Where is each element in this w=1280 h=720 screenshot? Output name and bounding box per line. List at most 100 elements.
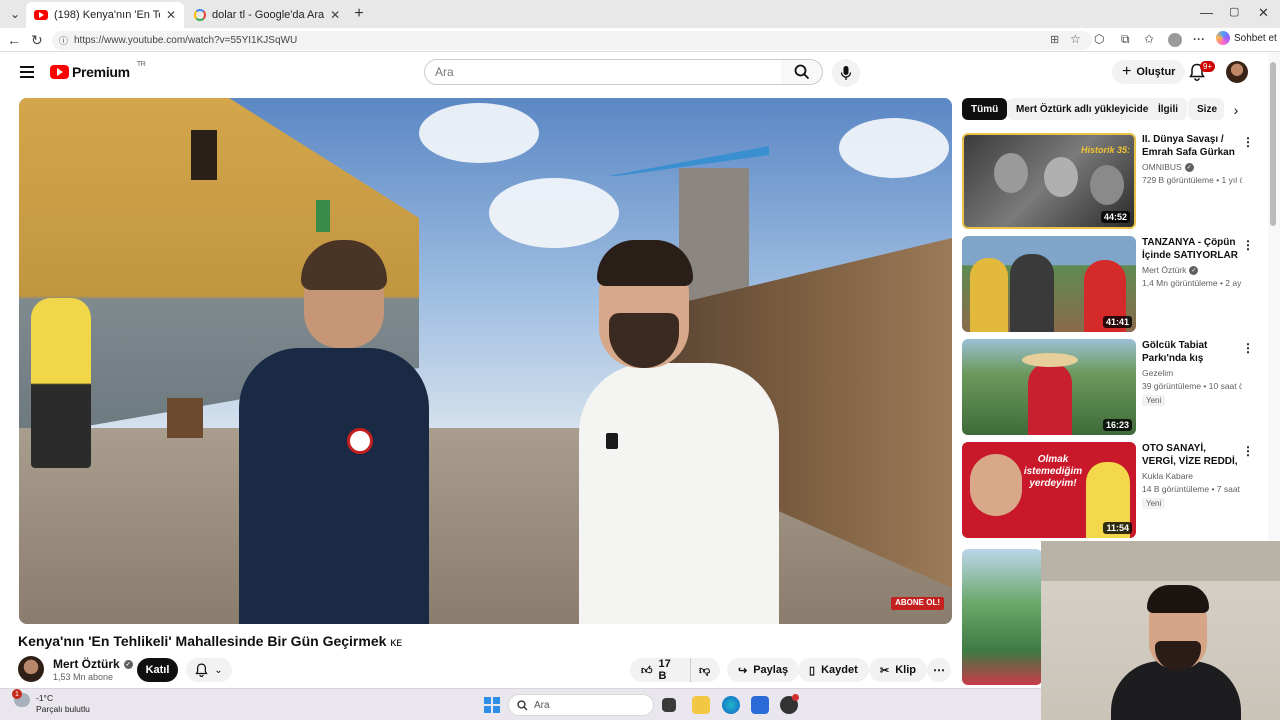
tab-google[interactable]: dolar tl - Google'da Ara ✕ xyxy=(186,2,346,28)
recommendation-thumbnail[interactable]: Olmak istemediğim yerdeyim! 11:54 xyxy=(962,442,1136,538)
create-button[interactable]: + Oluştur xyxy=(1112,60,1186,84)
plus-icon: + xyxy=(1122,63,1132,80)
menu-icon[interactable] xyxy=(20,66,34,78)
google-favicon-icon xyxy=(194,9,206,21)
site-info-icon[interactable]: ⓘ xyxy=(59,34,68,47)
clip-button[interactable]: ✂ Klip xyxy=(869,658,927,682)
video-player[interactable]: ABONE OL! xyxy=(19,98,952,624)
kebab-menu-icon[interactable]: ⋮ xyxy=(1242,135,1254,149)
recommendation-title[interactable]: TANZANYA - Çöpün İçinde SATIYORLAR ... xyxy=(1142,236,1238,262)
subscribe-watermark[interactable]: ABONE OL! xyxy=(891,597,944,610)
file-explorer-icon[interactable] xyxy=(692,696,710,714)
copilot-icon xyxy=(1216,31,1230,45)
subscription-bell-button[interactable]: ⌄ xyxy=(186,658,232,682)
window-close-icon[interactable]: ✕ xyxy=(1258,5,1269,21)
close-tab-icon[interactable]: ✕ xyxy=(330,8,340,22)
channel-name-text: Mert Öztürk xyxy=(53,657,120,671)
store-icon[interactable] xyxy=(751,696,769,714)
more-actions-button[interactable]: ⋯ xyxy=(927,658,951,682)
windows-start-icon[interactable] xyxy=(484,697,500,713)
tab-list-button[interactable]: ⌄ xyxy=(4,4,26,24)
recommendation-title[interactable]: Gölcük Tabiat Parkı'nda kış güzelliği xyxy=(1142,339,1238,365)
thumbnail-figure xyxy=(970,454,1022,516)
recommendation-thumbnail[interactable] xyxy=(962,549,1042,685)
extensions-icon[interactable]: ⬡ xyxy=(1094,32,1104,46)
recommendation-channel[interactable]: OMNIBUS ✓ xyxy=(1142,162,1194,172)
channel-avatar[interactable] xyxy=(18,656,44,682)
profile-icon[interactable] xyxy=(1168,33,1182,47)
dislike-button[interactable]: 👎︎ xyxy=(690,658,720,682)
recommendation-title[interactable]: II. Dünya Savaşı / Emrah Safa Gürkan -..… xyxy=(1142,133,1238,159)
account-avatar[interactable] xyxy=(1226,61,1248,83)
chip-for-you[interactable]: Size xyxy=(1188,98,1224,120)
chip-all[interactable]: Tümü xyxy=(962,98,1008,120)
back-icon[interactable]: ← xyxy=(7,32,21,48)
bookmark-icon: ▯ xyxy=(809,664,816,677)
channel-name[interactable]: Mert Öztürk ✓ xyxy=(53,657,133,671)
new-badge: Yeni xyxy=(1142,395,1166,406)
search-icon xyxy=(794,64,809,80)
new-tab-button[interactable]: + xyxy=(348,4,370,24)
favorites-icon[interactable]: ✩ xyxy=(1144,32,1154,46)
thumbnail-figure xyxy=(1010,254,1054,332)
more-menu-icon[interactable]: ··· xyxy=(1193,32,1205,46)
close-tab-icon[interactable]: ✕ xyxy=(166,8,176,22)
recommendation-thumbnail[interactable]: 41:41 xyxy=(962,236,1136,332)
copilot-button[interactable]: Sohbet et xyxy=(1216,31,1277,45)
url-field[interactable]: ⓘ https://www.youtube.com/watch?v=55YI1K… xyxy=(52,31,1092,50)
recommendation-thumbnail[interactable]: 16:23 xyxy=(962,339,1136,435)
verified-icon: ✓ xyxy=(1184,162,1194,172)
channel-label: Kukla Kabare xyxy=(1142,471,1194,481)
edge-browser-icon[interactable] xyxy=(722,696,740,714)
chip-from-uploader[interactable]: Mert Öztürk adlı yükleyiciden xyxy=(1007,98,1164,120)
like-button[interactable]: 👍︎ 17 B xyxy=(630,658,690,682)
recommendation-thumbnail[interactable]: Historik 35: 44:52 xyxy=(962,133,1136,229)
kebab-menu-icon[interactable]: ⋮ xyxy=(1242,444,1254,458)
save-button[interactable]: ▯ Kaydet xyxy=(798,658,869,682)
share-button[interactable]: ↪ Paylaş xyxy=(727,658,800,682)
new-badge: Yeni xyxy=(1142,498,1166,509)
youtube-logo[interactable]: Premium TR xyxy=(50,60,146,80)
video-frame-microphone xyxy=(606,433,618,449)
thumbnail-label: Olmak istemediğim yerdeyim! xyxy=(1023,454,1083,489)
thumbnail-figure xyxy=(994,153,1028,193)
recommendation-channel[interactable]: Kukla Kabare xyxy=(1142,471,1193,481)
tab-youtube[interactable]: (198) Kenya'nın 'En Tehlikeli' Mahallesi… xyxy=(26,2,184,28)
favorite-star-icon[interactable]: ☆ xyxy=(1070,32,1081,46)
weather-description: Parçalı bulutlu xyxy=(36,704,90,714)
microphone-icon xyxy=(840,66,852,80)
recommendation-item[interactable]: 41:41 TANZANYA - Çöpün İçinde SATIYORLAR… xyxy=(962,236,1262,332)
recommendation-meta: 39 görüntüleme • 10 saat önce xyxy=(1142,381,1242,391)
recommendation-channel[interactable]: Mert Öztürk ✓ xyxy=(1142,265,1199,275)
chip-related[interactable]: İlgili xyxy=(1149,98,1187,120)
address-bar-row: ← ↻ ⓘ https://www.youtube.com/watch?v=55… xyxy=(0,28,1280,52)
reload-icon[interactable]: ↻ xyxy=(31,32,43,49)
split-screen-icon[interactable]: ⧉ xyxy=(1121,32,1130,47)
taskbar-search-input[interactable]: Ara xyxy=(508,694,654,716)
scrollbar-thumb[interactable] xyxy=(1270,62,1276,226)
recommendation-item[interactable]: Olmak istemediğim yerdeyim! 11:54 OTO SA… xyxy=(962,442,1262,538)
cloud-icon: 1 xyxy=(12,689,30,707)
minimize-icon[interactable]: — xyxy=(1200,5,1213,20)
video-title: Kenya'nın 'En Tehlikeli' Mahallesinde Bi… xyxy=(18,633,402,649)
search-input[interactable]: Ara xyxy=(424,59,782,85)
video-frame-cloud xyxy=(489,178,619,248)
recommendation-item[interactable]: 16:23 Gölcük Tabiat Parkı'nda kış güzell… xyxy=(962,339,1262,435)
kebab-menu-icon[interactable]: ⋮ xyxy=(1242,341,1254,355)
search-button[interactable] xyxy=(781,59,823,85)
youtube-play-logo-icon xyxy=(50,65,69,79)
recommendation-title[interactable]: OTO SANAYİ, VERGİ, VİZE REDDİ, AVM ... xyxy=(1142,442,1238,468)
join-button[interactable]: Katıl xyxy=(137,658,178,682)
kebab-menu-icon[interactable]: ⋮ xyxy=(1242,238,1254,252)
thumbnail-hat xyxy=(1022,353,1078,367)
chevron-right-icon[interactable]: › xyxy=(1225,99,1247,121)
browser-tab-strip: ⌄ (198) Kenya'nın 'En Tehlikeli' Mahalle… xyxy=(0,0,1280,28)
voice-search-button[interactable] xyxy=(832,59,860,87)
task-view-icon[interactable] xyxy=(662,698,676,712)
logo-region: TR xyxy=(136,60,146,68)
weather-widget[interactable]: 1 -1°C Parçalı bulutlu xyxy=(12,689,90,715)
app-icon[interactable]: ⊞ xyxy=(1050,33,1059,46)
recommendation-channel[interactable]: Gezelim xyxy=(1142,368,1173,378)
maximize-icon[interactable]: ▢ xyxy=(1229,5,1239,18)
recommendation-item[interactable]: Historik 35: 44:52 II. Dünya Savaşı / Em… xyxy=(962,133,1262,229)
